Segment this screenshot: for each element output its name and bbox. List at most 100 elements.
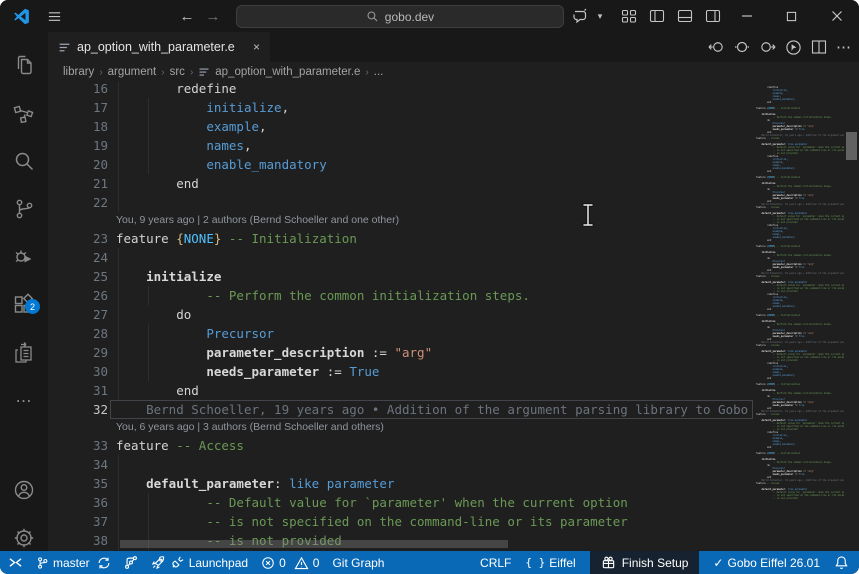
breadcrumb-library[interactable]: library <box>63 66 94 78</box>
git-graph-status-icon[interactable] <box>124 555 138 570</box>
run-debug-icon[interactable] <box>0 237 48 277</box>
warning-count: 0 <box>312 555 320 570</box>
eol-indicator[interactable]: CRLF <box>480 556 511 570</box>
line-number: 29 <box>92 345 108 360</box>
window-maximize-button[interactable] <box>769 0 814 32</box>
code-line-17[interactable]: 17 initialize, <box>48 98 859 117</box>
extensions-icon[interactable]: 2 <box>0 285 48 325</box>
navigate-back-icon[interactable] <box>708 39 725 55</box>
more-actions-icon[interactable]: ⋯ <box>836 38 851 56</box>
editor-tab-bar: ap_option_with_parameter.e × ⋯ <box>48 32 859 62</box>
code-line-24[interactable]: 24 <box>48 248 859 267</box>
account-icon[interactable] <box>0 470 48 510</box>
code-line-29[interactable]: 29 parameter_description := "arg" <box>48 343 859 362</box>
launchpad-status-item[interactable]: Launchpad <box>151 555 248 570</box>
minimap[interactable]: redefine initialize, example, names, ena… <box>756 82 844 551</box>
code-editor[interactable]: 16 redefine 17 initialize, 18 example, 19 n… <box>48 82 859 551</box>
extensions-badge: 2 <box>25 299 40 314</box>
code-line-34[interactable]: 34 <box>48 455 859 474</box>
code-line-35[interactable]: 35 default_parameter: like parameter <box>48 474 859 493</box>
code-line-22[interactable]: 22 <box>48 193 859 212</box>
search-sidebar-icon[interactable] <box>0 141 48 181</box>
menu-hamburger-icon[interactable] <box>40 0 68 32</box>
line-number: 27 <box>92 307 108 322</box>
title-bar: ← → gobo.dev ▾ <box>0 0 859 32</box>
activity-bar: 2 ⋯ <box>0 32 49 551</box>
code-line-20[interactable]: 20 enable_mandatory <box>48 155 859 174</box>
window-close-button[interactable] <box>814 0 859 32</box>
vertical-scrollbar[interactable] <box>844 82 859 551</box>
breadcrumb-argument[interactable]: argument <box>108 66 157 78</box>
explorer-icon[interactable] <box>0 45 48 85</box>
codelens-blame-row[interactable]: You, 9 years ago | 2 authors (Bernd Scho… <box>48 212 859 229</box>
toggle-secondary-sidebar-icon[interactable] <box>699 0 726 32</box>
toggle-primary-sidebar-icon[interactable] <box>643 0 670 32</box>
line-number: 30 <box>92 364 108 379</box>
code-line-36[interactable]: 36 -- Default value for `parameter' when… <box>48 493 859 512</box>
braces-icon: { } <box>525 556 546 569</box>
finish-setup-label: Finish Setup <box>621 555 689 570</box>
eiffel-file-icon <box>58 41 71 54</box>
warnings-icon <box>294 556 309 570</box>
code-line-31[interactable]: 31 end <box>48 381 859 400</box>
codelens-blame-row[interactable]: You, 6 years ago | 3 authors (Bernd Scho… <box>48 419 859 436</box>
code-line-28[interactable]: 28 Precursor <box>48 324 859 343</box>
gobo-label: Gobo Eiffel 26.01 <box>727 555 820 570</box>
code-line-30[interactable]: 30 needs_parameter := True <box>48 362 859 381</box>
command-center-search[interactable]: gobo.dev <box>236 5 564 28</box>
code-line-16[interactable]: 16 redefine <box>48 82 859 98</box>
code-line-26[interactable]: 26 -- Perform the common initialization … <box>48 286 859 305</box>
gobo-eiffel-item[interactable]: ✓ Gobo Eiffel 26.01 <box>713 556 820 570</box>
line-number: 28 <box>92 326 108 341</box>
hierarchy-tool-icon[interactable] <box>0 93 48 133</box>
git-branch-icon <box>36 556 49 570</box>
tab-close-icon[interactable]: × <box>253 40 260 54</box>
navigate-current-icon[interactable] <box>734 39 750 55</box>
notifications-bell-icon[interactable] <box>834 555 849 570</box>
launchpad-label: Launchpad <box>188 555 249 570</box>
git-graph-status-item[interactable]: Git Graph <box>332 556 384 570</box>
navigate-forward-icon[interactable] <box>759 39 776 55</box>
nav-back-arrow[interactable]: ← <box>174 0 200 32</box>
line-number: 33 <box>92 438 108 453</box>
line-number: 20 <box>92 157 108 172</box>
code-line-37[interactable]: 37 -- is not specified on the command-li… <box>48 512 859 531</box>
customize-layout-icon[interactable] <box>615 0 642 32</box>
copilot-chevron-down-icon[interactable]: ▾ <box>592 0 608 32</box>
references-tool-icon[interactable] <box>0 333 48 373</box>
source-control-icon[interactable] <box>0 189 48 229</box>
vscode-logo-icon <box>6 0 36 32</box>
window-minimize-button[interactable] <box>724 0 769 32</box>
code-line-33[interactable]: 33 feature -- Access <box>48 436 859 455</box>
error-count: 0 <box>279 555 286 570</box>
code-line-23[interactable]: 23 feature {NONE} -- Initialization <box>48 229 859 248</box>
line-number: 35 <box>92 476 108 491</box>
code-line-32[interactable]: 32 Bernd Schoeller, 19 years ago • Addit… <box>48 400 859 419</box>
copilot-icon[interactable] <box>567 0 593 32</box>
run-file-icon[interactable] <box>785 39 802 56</box>
breadcrumb-src[interactable]: src <box>170 66 185 78</box>
code-line-19[interactable]: 19 names, <box>48 136 859 155</box>
code-line-18[interactable]: 18 example, <box>48 117 859 136</box>
toggle-panel-icon[interactable] <box>671 0 698 32</box>
code-line-21[interactable]: 21 end <box>48 174 859 193</box>
problems-status-item[interactable]: 0 0 <box>261 556 319 570</box>
remote-indicator-icon[interactable] <box>8 556 23 569</box>
line-number: 23 <box>92 231 108 246</box>
finish-setup-item[interactable]: Finish Setup <box>589 551 700 574</box>
eiffel-file-icon <box>198 66 210 78</box>
vertical-scrollbar-thumb[interactable] <box>846 132 857 160</box>
breadcrumb-file[interactable]: ap_option_with_parameter.e <box>215 66 360 78</box>
horizontal-scrollbar-thumb[interactable] <box>120 540 508 548</box>
more-views-icon[interactable]: ⋯ <box>0 381 48 421</box>
line-number: 36 <box>92 495 108 510</box>
breadcrumb-symbol[interactable]: ... <box>374 66 384 78</box>
line-number: 16 <box>92 82 108 96</box>
language-mode-item[interactable]: { } Eiffel <box>525 556 575 570</box>
code-line-25[interactable]: 25 initialize <box>48 267 859 286</box>
code-line-27[interactable]: 27 do <box>48 305 859 324</box>
nav-forward-arrow[interactable]: → <box>200 0 226 32</box>
branch-status-item[interactable]: master <box>36 556 111 570</box>
split-editor-icon[interactable] <box>811 39 827 55</box>
tab-ap-option-with-parameter[interactable]: ap_option_with_parameter.e × <box>48 32 270 62</box>
